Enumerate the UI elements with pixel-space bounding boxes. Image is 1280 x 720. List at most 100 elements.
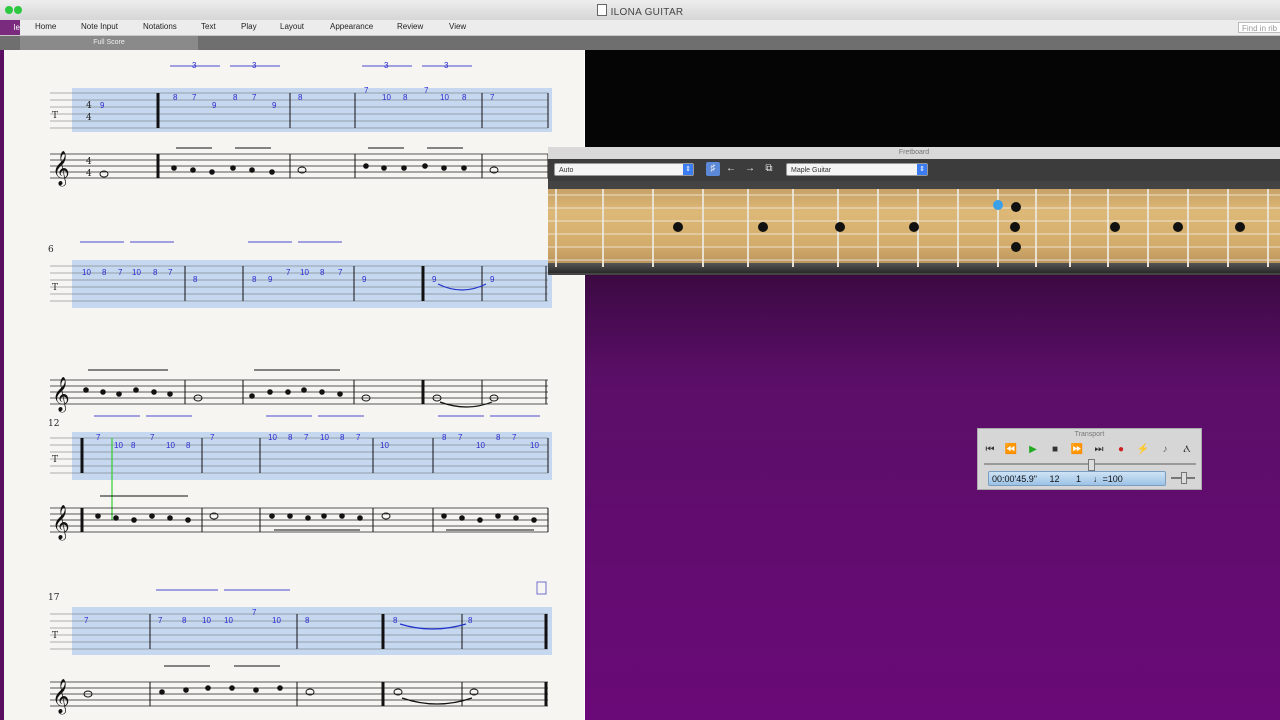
- fret-number: 7: [424, 86, 429, 95]
- tab-text[interactable]: Text: [201, 22, 216, 31]
- bar-number: 12: [48, 419, 59, 429]
- svg-text:7: 7: [356, 433, 361, 442]
- ribbon-bar: le Home Note Input Notations Text Play L…: [0, 20, 1280, 36]
- tab-view[interactable]: View: [449, 22, 466, 31]
- svg-text:8: 8: [442, 433, 447, 442]
- time-signature-top: 4: [86, 101, 92, 111]
- transport-window[interactable]: Transport ⏮ ⏪ ▶ ■ ⏩ ⏭ ● ⚡ ♪ Ⲁ 00:00'45.9…: [977, 428, 1202, 490]
- svg-text:8: 8: [340, 433, 345, 442]
- instrument-select[interactable]: Maple Guitar ⇕: [786, 163, 928, 176]
- tab-note-input[interactable]: Note Input: [81, 22, 118, 31]
- fretboard-canvas[interactable]: [548, 181, 1280, 275]
- svg-text:7: 7: [150, 433, 155, 442]
- fret-number: 9: [212, 101, 217, 110]
- fret-inlay-dot: [1173, 222, 1183, 232]
- tab-full-score[interactable]: Full Score: [20, 36, 198, 50]
- svg-text:7: 7: [158, 616, 163, 625]
- svg-text:𝄞: 𝄞: [52, 377, 70, 413]
- tab-notations[interactable]: Notations: [143, 22, 177, 31]
- play-button[interactable]: ▶: [1023, 442, 1043, 458]
- live-tempo-button[interactable]: ⚡: [1133, 442, 1153, 458]
- score-view[interactable]: T 4 4 9 8 7 9 8 7 9 8 7 10 8 7 10 8 7 3 …: [0, 50, 585, 720]
- svg-text:7: 7: [252, 608, 257, 617]
- time-signature-bottom: 4: [86, 169, 92, 179]
- fretboard-window[interactable]: Fretboard Auto ⇕ ♯ ← → ⧉ Maple Guitar ⇕: [548, 147, 1280, 275]
- copy-icon[interactable]: ⧉: [762, 162, 776, 176]
- tuplet-number: 3: [384, 61, 389, 70]
- find-in-ribbon-input[interactable]: Find in rib: [1238, 22, 1280, 33]
- tab-review[interactable]: Review: [397, 22, 423, 31]
- mode-select[interactable]: Auto ⇕: [554, 163, 694, 176]
- fret-number: 10: [114, 441, 123, 450]
- system-1: T 4 4 9 8 7 9 8 7 9 8 7 10 8 7 10 8 7 3 …: [50, 61, 552, 187]
- svg-text:T: T: [52, 283, 58, 293]
- svg-text:T: T: [52, 631, 58, 641]
- svg-text:10: 10: [320, 433, 329, 442]
- fret-number: 8: [298, 93, 303, 102]
- score-canvas[interactable]: T 4 4 9 8 7 9 8 7 9 8 7 10 8 7 10 8 7 3 …: [0, 50, 585, 720]
- skip-to-end-button[interactable]: ⏭: [1089, 442, 1109, 458]
- fret-number: 9: [100, 101, 105, 110]
- fret-inlay-dot: [1110, 222, 1120, 232]
- record-button[interactable]: ●: [1111, 442, 1131, 458]
- tab-home[interactable]: Home: [35, 22, 56, 31]
- system-3: 12 T 7 10 8 7 10 8 7 10 8 7 10 8 7 10 8 …: [48, 415, 552, 541]
- transport-time: 00:00'45.9": [992, 474, 1037, 484]
- svg-text:8: 8: [393, 616, 398, 625]
- fret-number: 9: [272, 101, 277, 110]
- transport-tempo: ♩=100: [1093, 474, 1123, 484]
- playback-position-knob[interactable]: [1088, 459, 1095, 471]
- fret-number: 8: [233, 93, 238, 102]
- fret-number: 7: [192, 93, 197, 102]
- fast-forward-button[interactable]: ⏩: [1067, 442, 1087, 458]
- rewind-button[interactable]: ⏪: [1001, 442, 1021, 458]
- fret-number: 7: [490, 93, 495, 102]
- arrow-right-icon[interactable]: →: [743, 162, 757, 176]
- svg-text:10: 10: [268, 433, 277, 442]
- fret-inlay-dot: [1010, 222, 1020, 232]
- click-button[interactable]: ♪: [1155, 442, 1175, 458]
- fret-inlay-dot: [673, 222, 683, 232]
- fret-inlay-dot: [1011, 242, 1021, 252]
- svg-text:7: 7: [118, 268, 123, 277]
- volume-knob[interactable]: [1181, 472, 1187, 484]
- fret-number: 8: [403, 93, 408, 102]
- window-title: ILONA GUITAR: [0, 4, 1280, 18]
- arrow-left-icon[interactable]: ←: [724, 162, 738, 176]
- guitar-neck[interactable]: [548, 181, 1280, 275]
- fret-number: 8: [193, 275, 198, 284]
- svg-text:10: 10: [224, 616, 233, 625]
- svg-text:7: 7: [338, 268, 343, 277]
- fret-inlay-dot: [835, 222, 845, 232]
- svg-text:10: 10: [530, 441, 539, 450]
- fret-number: 9: [490, 275, 495, 284]
- sharp-toggle-button[interactable]: ♯: [706, 162, 720, 176]
- fret-inlay-dot: [1011, 202, 1021, 212]
- svg-text:8: 8: [305, 616, 310, 625]
- tab-layout[interactable]: Layout: [280, 22, 304, 31]
- svg-text:8: 8: [288, 433, 293, 442]
- fret-number: 7: [364, 86, 369, 95]
- fret-number: 10: [382, 93, 391, 102]
- fret-number: 9: [362, 275, 367, 284]
- treble-clef: 𝄞: [52, 151, 70, 187]
- transport-beat: 1: [1076, 474, 1082, 484]
- svg-text:8: 8: [186, 441, 191, 450]
- file-tab[interactable]: le: [0, 20, 20, 35]
- fret-number: 7: [252, 93, 257, 102]
- bar-number: 17: [48, 593, 60, 603]
- metronome-icon[interactable]: Ⲁ: [1177, 442, 1197, 458]
- tuplet-number: 3: [192, 61, 197, 70]
- mode-select-value: Auto: [559, 167, 574, 174]
- fret-number: 9: [432, 275, 437, 284]
- rewind-to-start-button[interactable]: ⏮: [980, 442, 1000, 458]
- tab-play[interactable]: Play: [241, 22, 257, 31]
- stop-button[interactable]: ■: [1045, 442, 1065, 458]
- fret-number: 8: [173, 93, 178, 102]
- transport-bar: 12: [1049, 474, 1060, 484]
- system-2: 6 T 10 8 7 10 8 7 8 8 9 7 10 8 7 9 9 9 𝄞: [48, 241, 552, 413]
- tab-appearance[interactable]: Appearance: [330, 22, 373, 31]
- document-tab-bar: Full Score: [0, 36, 1280, 50]
- fret-number: 10: [82, 268, 91, 277]
- time-signature-top: 4: [86, 157, 92, 167]
